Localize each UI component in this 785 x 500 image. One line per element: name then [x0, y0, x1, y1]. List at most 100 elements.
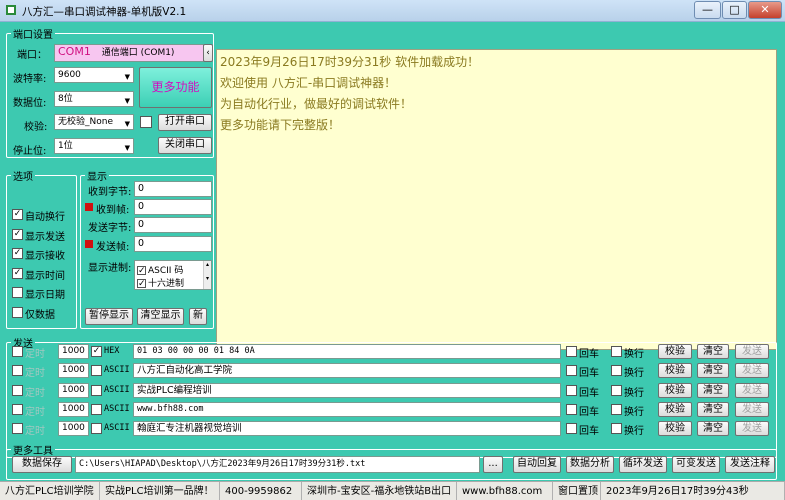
interval-field[interactable]: 1000	[58, 382, 89, 398]
new-window-button[interactable]: 新	[189, 308, 207, 325]
loop-send-button[interactable]: 循环发送	[619, 456, 667, 473]
stop-bits-value: 1位	[58, 141, 73, 151]
baud-select[interactable]: 9600 ▼	[54, 67, 134, 83]
option-label[interactable]: 自动换行	[25, 208, 65, 223]
timer-checkbox[interactable]	[12, 365, 23, 377]
timer-checkbox[interactable]	[12, 403, 23, 415]
send-button[interactable]: 发送	[735, 382, 769, 398]
parity-checkbox[interactable]	[140, 116, 152, 128]
send-text-field[interactable]: www.bfh88.com	[133, 401, 561, 417]
variable-send-button[interactable]: 可变发送	[672, 456, 720, 473]
base-option[interactable]: 十六进制	[137, 276, 184, 289]
minimize-button[interactable]: —	[694, 1, 721, 19]
interval-field[interactable]: 1000	[58, 363, 89, 379]
newline-checkbox[interactable]	[566, 423, 577, 435]
checksum-button[interactable]: 校验	[658, 363, 692, 379]
status-item: 八方汇PLC培训学院	[0, 482, 100, 500]
checksum-button[interactable]: 校验	[658, 344, 692, 359]
wrap-checkbox[interactable]	[611, 403, 622, 415]
mode-checkbox[interactable]	[91, 365, 102, 377]
base-list-scrollbar[interactable]: ▴ ▾	[203, 261, 211, 289]
port-select[interactable]: COM1 通信端口 (COM1)	[54, 44, 204, 62]
send-button[interactable]: 发送	[735, 401, 769, 417]
data-bits-select[interactable]: 8位 ▼	[54, 91, 134, 107]
timer-checkbox[interactable]	[12, 384, 23, 396]
timer-checkbox[interactable]	[12, 346, 23, 357]
port-scroll-button[interactable]: ‹	[203, 44, 213, 62]
wrap-checkbox[interactable]	[611, 384, 622, 396]
send-text-field[interactable]: 翰庭汇专注机器视觉培训	[133, 421, 561, 437]
newline-checkbox[interactable]	[566, 384, 577, 396]
display-legend: 显示	[87, 172, 107, 183]
save-data-button[interactable]: 数据保存	[12, 456, 72, 473]
option-label[interactable]: 显示日期	[25, 286, 65, 301]
status-item: 深圳市-宝安区-福永地铁站B出口	[302, 482, 457, 500]
newline-checkbox[interactable]	[566, 365, 577, 377]
send-text-field[interactable]: 八方汇自动化高工学院	[133, 363, 561, 379]
clear-send-button[interactable]: 清空	[697, 344, 729, 359]
base-option-checkbox[interactable]	[137, 279, 146, 288]
interval-field[interactable]: 1000	[58, 344, 89, 359]
send-button[interactable]: 发送	[735, 363, 769, 379]
interval-field[interactable]: 1000	[58, 421, 89, 437]
status-item: 实战PLC培训第一品牌！	[100, 482, 220, 500]
base-option-checkbox[interactable]	[137, 266, 146, 275]
parity-select[interactable]: 无校验_None ▼	[54, 114, 134, 130]
mode-checkbox[interactable]	[91, 384, 102, 396]
option-checkbox[interactable]	[12, 287, 23, 298]
base-option[interactable]: ASCII 码	[137, 263, 183, 276]
wrap-label: 换行	[624, 426, 644, 438]
clear-send-button[interactable]: 清空	[697, 401, 729, 417]
timer-label: 定时	[25, 349, 45, 360]
send-button[interactable]: 发送	[735, 421, 769, 437]
option-label[interactable]: 显示接收	[25, 247, 65, 262]
clear-display-button[interactable]: 清空显示	[137, 308, 184, 325]
clear-send-button[interactable]: 清空	[697, 382, 729, 398]
option-checkbox[interactable]	[12, 306, 23, 318]
checksum-button[interactable]: 校验	[658, 421, 692, 437]
more-features-button[interactable]: 更多功能	[139, 67, 212, 108]
timer-checkbox[interactable]	[12, 423, 23, 435]
browse-button[interactable]: ...	[483, 456, 503, 473]
maximize-button[interactable]: □	[722, 1, 747, 19]
clear-send-button[interactable]: 清空	[697, 363, 729, 379]
save-path-field[interactable]: C:\Users\HIAPAD\Desktop\八方汇2023年9月26日17时…	[75, 456, 480, 473]
option-label[interactable]: 显示时间	[25, 267, 65, 282]
send-button[interactable]: 发送	[735, 344, 769, 359]
mode-checkbox[interactable]	[91, 346, 102, 357]
option-checkbox[interactable]	[12, 248, 23, 259]
newline-label: 回车	[579, 349, 599, 360]
clear-send-button[interactable]: 清空	[697, 421, 729, 437]
wrap-checkbox[interactable]	[611, 365, 622, 377]
send-comment-button[interactable]: 发送注释	[725, 456, 775, 473]
wrap-checkbox[interactable]	[611, 346, 622, 357]
mode-checkbox[interactable]	[91, 403, 102, 415]
option-checkbox[interactable]	[12, 209, 23, 220]
checksum-button[interactable]: 校验	[658, 401, 692, 417]
pause-display-button[interactable]: 暂停显示	[85, 308, 133, 325]
window-topmost-toggle[interactable]: 窗口置顶	[553, 482, 601, 500]
open-port-button[interactable]: 打开串口	[158, 114, 212, 131]
newline-label: 回车	[579, 426, 599, 438]
wrap-checkbox[interactable]	[611, 423, 622, 435]
receive-panel[interactable]: 2023年9月26日17时39分31秒 软件加载成功！ 欢迎使用 八方汇-串口调试…	[216, 49, 777, 350]
option-checkbox[interactable]	[12, 228, 23, 240]
option-checkbox[interactable]	[12, 267, 23, 279]
checksum-button[interactable]: 校验	[658, 382, 692, 398]
close-port-button[interactable]: 关闭串口	[158, 137, 212, 154]
send-text-field[interactable]: 01 03 00 00 00 01 84 0A	[133, 344, 561, 359]
baud-value: 9600	[58, 70, 81, 80]
close-button[interactable]: ✕	[748, 1, 782, 19]
stop-bits-select[interactable]: 1位 ▼	[54, 138, 134, 154]
mode-checkbox[interactable]	[91, 423, 102, 435]
data-analysis-button[interactable]: 数据分析	[566, 456, 614, 473]
option-label[interactable]: 仅数据	[25, 306, 55, 321]
auto-reply-button[interactable]: 自动回复	[513, 456, 561, 473]
newline-checkbox[interactable]	[566, 346, 577, 357]
title-bar: 八方汇—串口调试神器-单机版V2.1 — □ ✕	[0, 0, 785, 22]
interval-field[interactable]: 1000	[58, 401, 89, 417]
newline-checkbox[interactable]	[566, 403, 577, 415]
data-bits-label: 数据位:	[13, 98, 47, 109]
send-text-field[interactable]: 实战PLC编程培训	[133, 382, 561, 398]
option-label[interactable]: 显示发送	[25, 228, 65, 243]
